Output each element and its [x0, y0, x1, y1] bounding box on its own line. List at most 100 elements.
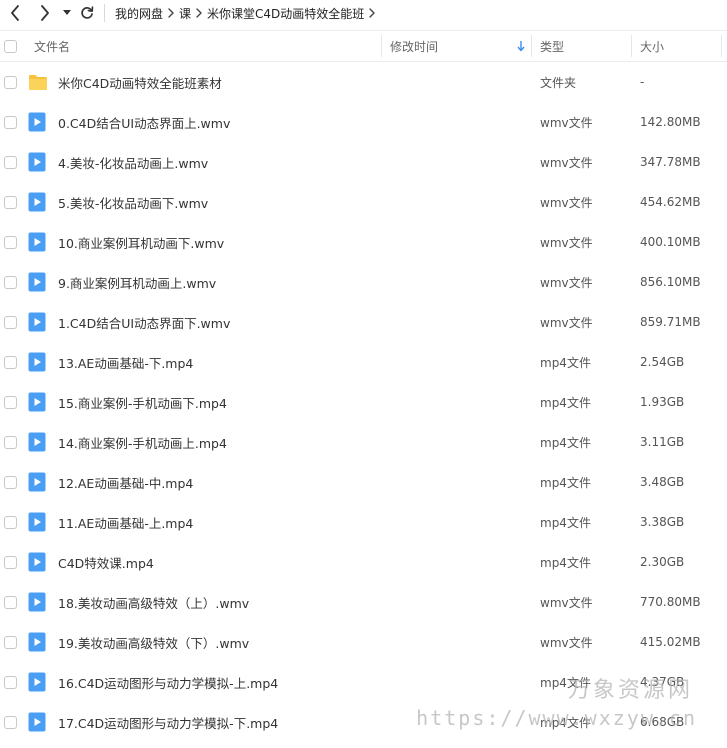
breadcrumb-item-course[interactable]: 课: [179, 5, 191, 22]
forward-button[interactable]: [32, 0, 58, 26]
row-checkbox[interactable]: [4, 715, 17, 729]
file-name[interactable]: 15.商业案例-手机动画下.mp4: [58, 382, 227, 422]
video-file-icon: [28, 462, 48, 502]
file-row[interactable]: 1.C4D结合UI动态界面下.wmv wmv文件 859.71MB: [0, 302, 727, 342]
file-type: mp4文件: [540, 555, 591, 570]
file-name[interactable]: 14.商业案例-手机动画上.mp4: [58, 422, 227, 462]
select-all-checkbox[interactable]: [4, 39, 17, 53]
video-file-icon: [28, 502, 48, 542]
video-file-icon: [28, 262, 48, 302]
file-size: 859.71MB: [640, 315, 701, 329]
file-name[interactable]: 9.商业案例耳机动画上.wmv: [58, 262, 216, 302]
row-checkbox[interactable]: [4, 595, 17, 609]
row-checkbox[interactable]: [4, 395, 17, 409]
file-name[interactable]: 4.美妆-化妆品动画上.wmv: [58, 142, 208, 182]
file-type: wmv文件: [540, 595, 593, 610]
row-checkbox[interactable]: [4, 355, 17, 369]
file-type: mp4文件: [540, 395, 591, 410]
breadcrumb-item-my-drive[interactable]: 我的网盘: [115, 5, 163, 22]
file-row[interactable]: 10.商业案例耳机动画下.wmv wmv文件 400.10MB: [0, 222, 727, 262]
file-row[interactable]: 17.C4D运动图形与动力学模拟-下.mp4 mp4文件 6.68GB: [0, 702, 727, 742]
row-checkbox-cell: [4, 542, 17, 582]
row-checkbox[interactable]: [4, 155, 17, 169]
file-row[interactable]: 16.C4D运动图形与动力学模拟-上.mp4 mp4文件 4.37GB: [0, 662, 727, 702]
row-checkbox[interactable]: [4, 75, 17, 89]
file-name[interactable]: 1.C4D结合UI动态界面下.wmv: [58, 302, 230, 342]
file-size: 454.62MB: [640, 195, 701, 209]
file-row[interactable]: 米你C4D动画特效全能班素材 文件夹 -: [0, 62, 727, 102]
file-size: 1.93GB: [640, 395, 685, 409]
row-checkbox-cell: [4, 262, 17, 302]
row-checkbox-cell: [4, 462, 17, 502]
video-file-icon: [28, 182, 48, 222]
column-header-size[interactable]: 大小: [640, 31, 664, 61]
row-checkbox[interactable]: [4, 315, 17, 329]
file-name[interactable]: 16.C4D运动图形与动力学模拟-上.mp4: [58, 662, 278, 702]
file-size: 3.48GB: [640, 475, 685, 489]
file-row[interactable]: C4D特效课.mp4 mp4文件 2.30GB: [0, 542, 727, 582]
row-checkbox[interactable]: [4, 435, 17, 449]
row-checkbox[interactable]: [4, 475, 17, 489]
row-checkbox[interactable]: [4, 275, 17, 289]
file-row[interactable]: 15.商业案例-手机动画下.mp4 mp4文件 1.93GB: [0, 382, 727, 422]
select-all-checkbox-cell: [4, 31, 17, 61]
file-row[interactable]: 19.美妆动画高级特效（下）.wmv wmv文件 415.02MB: [0, 622, 727, 662]
file-name[interactable]: C4D特效课.mp4: [58, 542, 154, 582]
row-checkbox-cell: [4, 342, 17, 382]
row-checkbox[interactable]: [4, 675, 17, 689]
chevron-right-icon[interactable]: [364, 8, 380, 18]
row-checkbox[interactable]: [4, 195, 17, 209]
video-file-icon: [28, 542, 48, 582]
file-size: 142.80MB: [640, 115, 701, 129]
row-checkbox-cell: [4, 142, 17, 182]
video-file-icon: [28, 302, 48, 342]
file-row[interactable]: 12.AE动画基础-中.mp4 mp4文件 3.48GB: [0, 462, 727, 502]
file-row[interactable]: 18.美妆动画高级特效（上）.wmv wmv文件 770.80MB: [0, 582, 727, 622]
video-file-icon: [28, 702, 48, 742]
history-dropdown-button[interactable]: [60, 0, 74, 26]
caret-down-icon: [63, 10, 71, 15]
row-checkbox[interactable]: [4, 515, 17, 529]
file-type: wmv文件: [540, 115, 593, 130]
file-type: mp4文件: [540, 355, 591, 370]
file-size: 6.68GB: [640, 715, 685, 729]
row-checkbox-cell: [4, 622, 17, 662]
refresh-icon: [81, 6, 94, 19]
file-row[interactable]: 5.美妆-化妆品动画下.wmv wmv文件 454.62MB: [0, 182, 727, 222]
file-name[interactable]: 17.C4D运动图形与动力学模拟-下.mp4: [58, 702, 278, 742]
file-name[interactable]: 19.美妆动画高级特效（下）.wmv: [58, 622, 249, 662]
row-checkbox-cell: [4, 62, 17, 102]
file-row[interactable]: 14.商业案例-手机动画上.mp4 mp4文件 3.11GB: [0, 422, 727, 462]
file-name[interactable]: 11.AE动画基础-上.mp4: [58, 502, 193, 542]
column-header-modified[interactable]: 修改时间: [390, 31, 530, 61]
row-checkbox[interactable]: [4, 555, 17, 569]
row-checkbox[interactable]: [4, 235, 17, 249]
file-name[interactable]: 米你C4D动画特效全能班素材: [58, 62, 222, 102]
video-file-icon: [28, 102, 48, 142]
back-button[interactable]: [2, 0, 28, 26]
row-checkbox-cell: [4, 182, 17, 222]
file-name[interactable]: 18.美妆动画高级特效（上）.wmv: [58, 582, 249, 622]
toolbar: 我的网盘 课 米你课堂C4D动画特效全能班: [0, 0, 727, 26]
file-name[interactable]: 5.美妆-化妆品动画下.wmv: [58, 182, 208, 222]
file-name[interactable]: 0.C4D结合UI动态界面上.wmv: [58, 102, 230, 142]
breadcrumb-item-current-folder[interactable]: 米你课堂C4D动画特效全能班: [207, 5, 364, 22]
refresh-button[interactable]: [76, 0, 98, 26]
file-type: mp4文件: [540, 515, 591, 530]
file-row[interactable]: 9.商业案例耳机动画上.wmv wmv文件 856.10MB: [0, 262, 727, 302]
row-checkbox[interactable]: [4, 115, 17, 129]
file-row[interactable]: 13.AE动画基础-下.mp4 mp4文件 2.54GB: [0, 342, 727, 382]
file-row[interactable]: 11.AE动画基础-上.mp4 mp4文件 3.38GB: [0, 502, 727, 542]
file-row[interactable]: 0.C4D结合UI动态界面上.wmv wmv文件 142.80MB: [0, 102, 727, 142]
row-checkbox-cell: [4, 582, 17, 622]
file-type: wmv文件: [540, 275, 593, 290]
column-header-type[interactable]: 类型: [540, 31, 564, 61]
file-name[interactable]: 10.商业案例耳机动画下.wmv: [58, 222, 224, 262]
file-row[interactable]: 4.美妆-化妆品动画上.wmv wmv文件 347.78MB: [0, 142, 727, 182]
file-name[interactable]: 12.AE动画基础-中.mp4: [58, 462, 193, 502]
column-header-name[interactable]: 文件名: [34, 31, 70, 61]
toolbar-divider: [104, 4, 105, 22]
file-name[interactable]: 13.AE动画基础-下.mp4: [58, 342, 193, 382]
row-checkbox[interactable]: [4, 635, 17, 649]
file-size: 415.02MB: [640, 635, 701, 649]
